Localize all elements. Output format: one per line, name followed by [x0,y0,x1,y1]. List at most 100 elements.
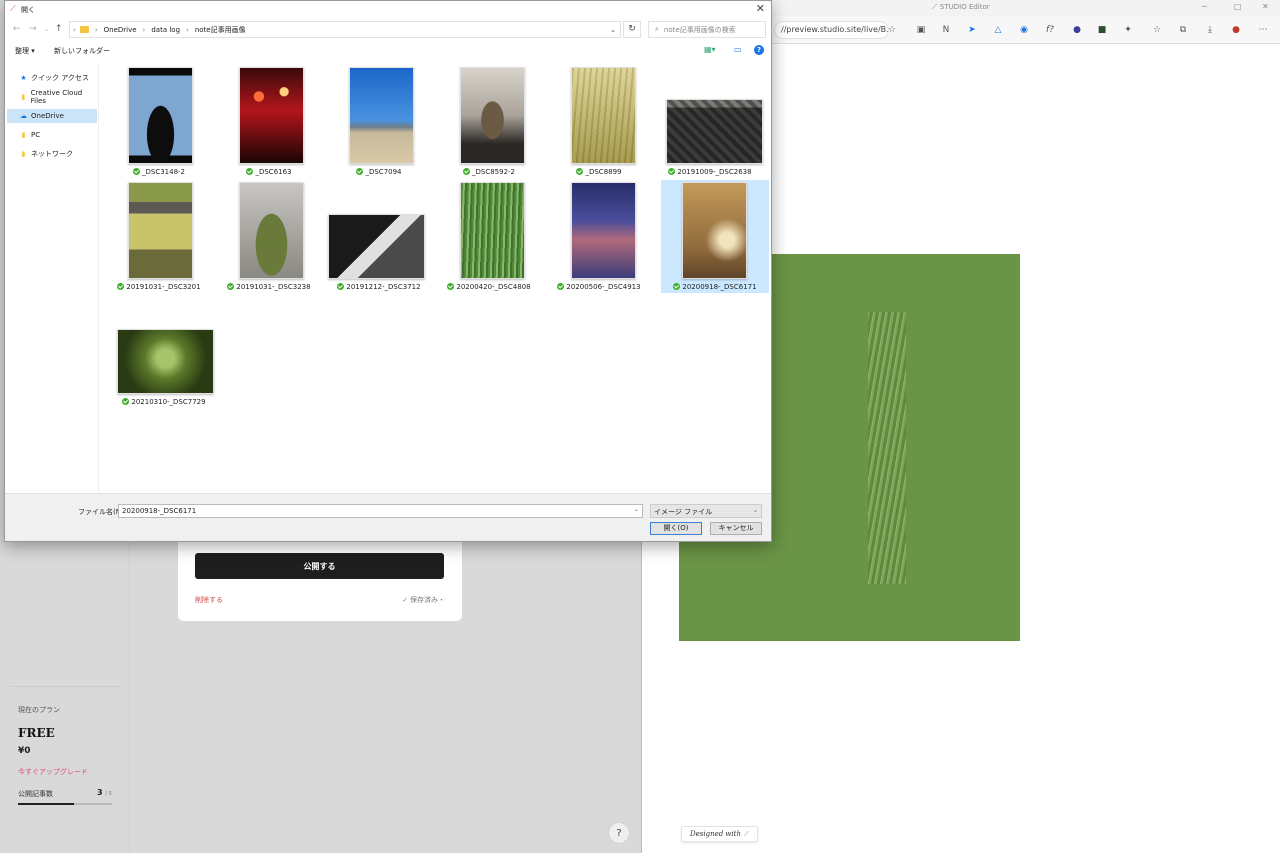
bug-extension-icon[interactable]: ● [1070,23,1084,37]
file-item[interactable]: _DSC8592-2 [435,65,543,178]
file-name: _DSC6163 [215,168,323,176]
close-window-icon[interactable]: ✕ [1262,2,1269,11]
collections-icon[interactable]: ⧉ [1176,23,1190,37]
breadcrumb-item[interactable]: note記事用画像 [195,25,246,35]
arrow-extension-icon[interactable]: ➤ [965,23,979,37]
file-item[interactable]: 20200506-_DSC4913 [545,180,653,293]
file-open-dialog: ⟋ 開く ✕ ← → ⌄ ↑ › › OneDrive › data log ›… [4,0,772,542]
cancel-button[interactable]: キャンセル [710,522,762,535]
file-item[interactable]: 20200420-_DSC4808 [435,180,543,293]
view-options-icon[interactable]: ▦▾ [704,45,716,54]
nav-item-label: ネットワーク [31,150,73,158]
file-item[interactable]: _DSC3148-2 [105,65,213,178]
file-item[interactable]: _DSC7094 [325,65,433,178]
back-arrow-icon[interactable]: ← [13,24,21,34]
breadcrumb-chevron-icon: › [186,25,189,34]
sync-check-icon [557,283,565,290]
file-item[interactable]: 20191031-_DSC3238 [215,180,323,293]
open-button[interactable]: 開く(O) [650,522,702,535]
nav-item-label: クイック アクセス [31,74,89,82]
file-item[interactable]: _DSC6163 [215,65,323,178]
plan-price: ¥0 [18,746,31,756]
organize-button[interactable]: 整理 ▾ [15,46,35,56]
puzzle-icon[interactable]: ✦ [1121,23,1135,37]
dialog-title: 開く [21,6,35,14]
nav-item-network[interactable]: ▮ ネットワーク [7,147,97,161]
nav-item-quick-access[interactable]: ★ クイック アクセス [7,71,97,85]
breadcrumb-item[interactable]: OneDrive [104,26,137,34]
navigation-pane: ★ クイック アクセス ▮ Creative Cloud Files ☁ OneDri… [5,63,99,492]
new-folder-button[interactable]: 新しいフォルダー [54,46,110,56]
up-arrow-icon[interactable]: ↑ [55,24,63,34]
recent-chevron-icon[interactable]: ⌄ [44,26,49,33]
designed-with-badge[interactable]: Designed with ⟋ [681,826,758,842]
filetype-value: イメージ ファイル [654,508,713,516]
file-item-selected[interactable]: 20200918-_DSC6171 [661,180,769,293]
browser-title: ⟋ STUDIO Editor [932,3,990,12]
file-item[interactable]: _DSC8899 [545,65,653,178]
file-thumbnail [328,214,425,279]
publish-button[interactable]: 公開する [195,553,444,579]
nav-item-label: Creative Cloud Files [30,89,83,105]
green-extension-icon[interactable]: ■ [1095,23,1109,37]
search-placeholder: note記事用画像の検索 [663,25,736,34]
help-icon[interactable]: ? [754,45,764,55]
breadcrumb-item[interactable]: data log [151,26,180,34]
sync-check-icon [117,283,125,290]
file-name: 20200420-_DSC4808 [435,283,543,291]
nav-item-onedrive[interactable]: ☁ OneDrive [7,109,97,123]
file-thumbnail [571,67,636,164]
plan-name: FREE [18,726,55,740]
published-count-value: 3 / 5 [97,788,112,797]
preview-grass-image [868,312,906,584]
profile-avatar[interactable]: ● [1229,23,1243,37]
file-thumbnail [571,182,636,279]
address-bar[interactable]: //preview.studio.site/live/B... [774,21,889,39]
extension-icon[interactable]: ▣ [914,23,928,37]
sync-check-icon [447,283,455,290]
triangle-extension-icon[interactable]: △ [991,23,1005,37]
formula-extension-icon[interactable]: f? [1043,23,1057,37]
file-item[interactable]: 20191031-_DSC3201 [105,180,213,293]
file-name: _DSC7094 [325,168,433,176]
help-button[interactable]: ? [608,822,630,844]
dialog-footer: ファイル名(N): ⌄ イメージ ファイル⌄ 開く(O) キャンセル [5,493,771,541]
sidebar-divider [10,686,120,687]
current-plan-label: 現在のプラン [18,706,60,714]
delete-link[interactable]: 削除する [195,595,223,605]
preview-pane-icon[interactable]: ▭ [734,45,742,54]
nav-item-label: OneDrive [31,112,64,120]
nav-item-creative-cloud[interactable]: ▮ Creative Cloud Files [7,89,97,105]
sync-extension-icon[interactable]: ◉ [1017,23,1031,37]
folder-icon: ▮ [21,131,26,139]
favorites-icon[interactable]: ☆ [1150,23,1164,37]
file-name: 20200918-_DSC6171 [661,283,769,291]
file-thumbnail [460,67,525,164]
refresh-button[interactable]: ↻ [623,21,641,38]
close-icon[interactable]: ✕ [756,2,765,15]
search-input[interactable]: ⌕ note記事用画像の検索 [648,21,766,38]
file-item[interactable]: 20191212-_DSC3712 [325,180,433,293]
file-name: _DSC8899 [545,168,653,176]
download-icon[interactable]: ⤓ [1203,23,1217,37]
file-item[interactable]: 20210310-_DSC7729 [110,295,218,408]
file-grid: _DSC3148-2 _DSC6163 _DSC7094 _DSC8592-2 … [100,63,771,492]
app-logo-icon: ⟋ [10,4,16,13]
breadcrumb[interactable]: › › OneDrive › data log › note記事用画像 ⌄ [69,21,621,38]
minimize-icon[interactable]: ─ [1202,2,1207,11]
forward-arrow-icon[interactable]: → [29,24,37,34]
favorite-add-icon[interactable]: ☆ [885,23,899,37]
filename-input[interactable] [118,504,643,518]
sync-check-icon [227,283,235,290]
command-bar: 整理 ▾ 新しいフォルダー ▦▾ ▭ ? [5,43,771,59]
file-thumbnail [128,182,193,279]
chevron-down-icon[interactable]: ⌄ [634,506,639,513]
notion-icon[interactable]: N [939,23,953,37]
maximize-icon[interactable]: □ [1234,2,1242,11]
file-item[interactable]: 20191009-_DSC2638 [656,65,764,178]
filetype-select[interactable]: イメージ ファイル ⌄ [650,504,762,518]
upgrade-link[interactable]: 今すぐアップグレード [18,767,88,777]
more-icon[interactable]: ⋯ [1256,23,1270,37]
chevron-down-icon[interactable]: ⌄ [610,26,616,34]
nav-item-pc[interactable]: ▮ PC [7,128,97,142]
